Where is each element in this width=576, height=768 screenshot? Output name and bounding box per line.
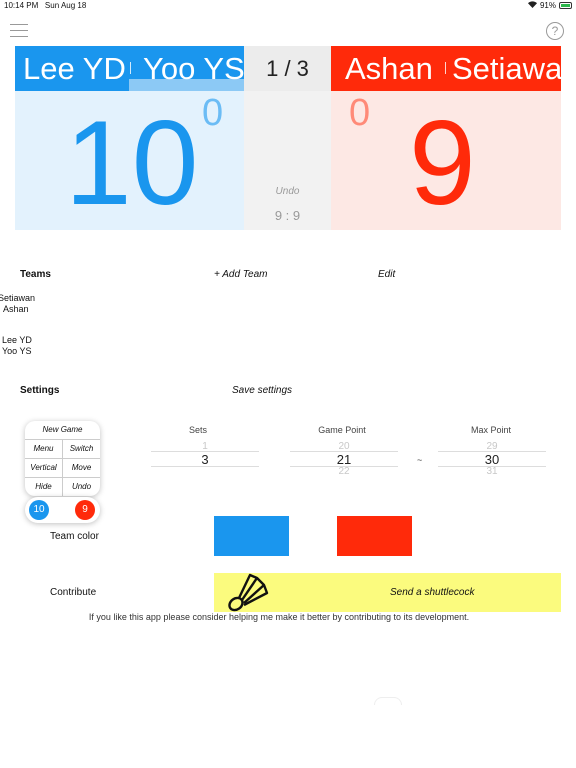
widget-score-preview: 10 9 <box>25 497 100 523</box>
battery-icon <box>559 2 572 9</box>
previous-score: 9 : 9 <box>274 208 301 223</box>
game-point-picker[interactable]: 20 21 22 <box>290 441 398 477</box>
add-team-button[interactable]: + Add Team <box>214 269 267 280</box>
right-player-2-name[interactable]: Setiawan <box>452 51 576 87</box>
right-player-1-name[interactable]: Ashan <box>345 51 433 87</box>
hide-button[interactable]: Hide <box>25 482 62 491</box>
sets-picker-value: 3 <box>201 452 209 467</box>
left-games-won: 0 <box>202 92 224 134</box>
team-1-player-1[interactable]: Setiawan <box>0 293 35 303</box>
max-point-below: 31 <box>486 466 498 477</box>
range-separator: ~ <box>417 455 423 465</box>
widget-right-score: 9 <box>75 500 95 520</box>
status-date: Sun Aug 18 <box>44 1 87 10</box>
game-point-value: 21 <box>336 452 352 467</box>
vertical-button[interactable]: Vertical <box>25 463 62 472</box>
right-score: 9 <box>409 96 476 230</box>
move-button[interactable]: Move <box>63 463 100 472</box>
team-2-player-1[interactable]: Lee YD <box>2 335 32 345</box>
edit-teams-button[interactable]: Edit <box>378 269 395 280</box>
menu-button[interactable]: Menu <box>25 444 62 453</box>
send-shuttlecock-label: Send a shuttlecock <box>390 587 475 598</box>
contribute-note: If you like this app please consider hel… <box>88 612 470 622</box>
player-divider <box>445 62 446 74</box>
undo-widget-button[interactable]: Undo <box>63 482 100 491</box>
center-panel: Undo 9 : 9 <box>244 91 331 230</box>
switch-button[interactable]: Switch <box>63 444 100 453</box>
sets-picker-title: Sets <box>188 425 207 435</box>
left-player-2-name[interactable]: Yoo YS <box>143 51 245 87</box>
new-game-button[interactable]: New Game <box>25 425 100 434</box>
teams-heading: Teams <box>20 269 51 280</box>
send-shuttlecock-button[interactable]: Send a shuttlecock <box>214 573 561 612</box>
status-bar: 10:14 PM Sun Aug 18 91% <box>0 0 576 12</box>
status-time: 10:14 PM Sun Aug 18 <box>4 1 87 10</box>
max-point-value: 30 <box>484 452 500 467</box>
right-team-header[interactable]: Ashan Setiawan <box>331 46 576 91</box>
undo-button[interactable]: Undo <box>244 186 331 197</box>
set-indicator: 1 / 3 <box>244 46 331 91</box>
game-point-picker-title: Game Point <box>318 425 366 435</box>
right-score-panel[interactable]: 0 9 <box>331 91 561 230</box>
max-point-picker-title: Max Point <box>470 425 512 435</box>
settings-heading: Settings <box>20 385 60 396</box>
game-point-below: 22 <box>338 466 350 477</box>
control-widget-preview: New Game Menu Switch Vertical Move Hide … <box>25 421 100 496</box>
player-divider <box>130 62 131 74</box>
left-team-header[interactable]: Lee YD Yoo YS <box>15 46 245 91</box>
max-point-picker[interactable]: 29 30 31 <box>438 441 546 477</box>
hamburger-menu-icon[interactable] <box>10 24 28 38</box>
team-2-player-2[interactable]: Yoo YS <box>2 346 32 356</box>
left-score: 10 <box>65 96 199 230</box>
scroll-handle[interactable] <box>374 697 402 705</box>
widget-left-score: 10 <box>29 500 49 520</box>
save-settings-button[interactable]: Save settings <box>232 385 292 396</box>
team-1-player-2[interactable]: Ashan <box>3 304 29 314</box>
left-player-1-name[interactable]: Lee YD <box>23 51 126 87</box>
sets-picker[interactable]: 1 3 <box>151 441 259 475</box>
right-games-won: 0 <box>349 92 371 134</box>
left-team-color-swatch[interactable] <box>214 516 289 556</box>
contribute-label: Contribute <box>50 587 97 598</box>
help-icon[interactable]: ? <box>546 22 564 40</box>
wifi-icon <box>527 1 537 10</box>
battery-percent: 91% <box>539 1 556 10</box>
shuttlecock-icon <box>228 573 269 612</box>
team-color-label: Team color <box>50 531 99 542</box>
right-team-color-swatch[interactable] <box>337 516 412 556</box>
left-score-panel[interactable]: 10 0 <box>15 91 244 230</box>
